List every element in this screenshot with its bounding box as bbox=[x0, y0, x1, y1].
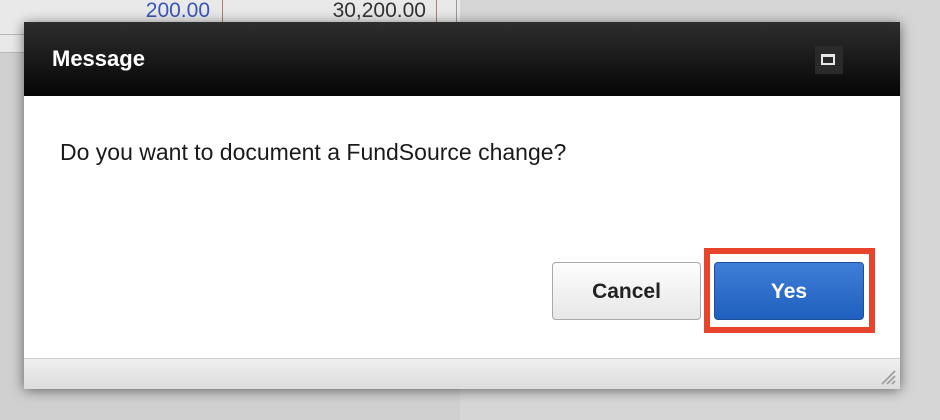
resize-grip-icon[interactable] bbox=[878, 367, 896, 385]
yes-button[interactable]: Yes bbox=[714, 262, 864, 320]
cancel-button[interactable]: Cancel bbox=[552, 262, 701, 320]
dialog-message: Do you want to document a FundSource cha… bbox=[60, 139, 567, 165]
dialog-title: Message bbox=[52, 46, 145, 71]
background-cell-amount: 200.00 bbox=[145, 0, 210, 22]
message-dialog: Message Do you want to document a FundSo… bbox=[24, 22, 900, 389]
dialog-footer bbox=[24, 358, 900, 389]
maximize-icon bbox=[821, 54, 835, 65]
maximize-button[interactable] bbox=[815, 46, 843, 74]
dialog-titlebar[interactable]: Message bbox=[24, 22, 900, 96]
table-divider bbox=[456, 0, 457, 22]
background-cell-total: 30,200.00 bbox=[332, 0, 426, 22]
